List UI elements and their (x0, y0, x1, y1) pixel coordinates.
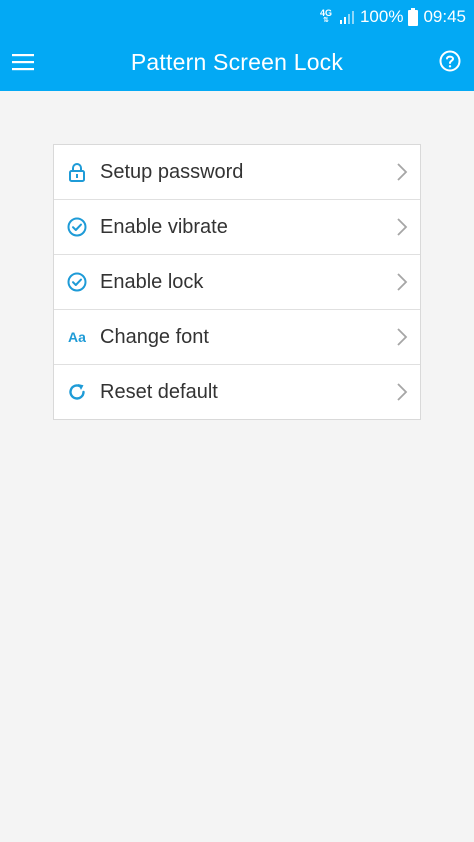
screen: 4G ⇅ 100% 09:45 Pattern Screen Lock Setu… (0, 0, 474, 842)
enable-vibrate-row[interactable]: Enable vibrate (54, 200, 420, 255)
status-bar: 4G ⇅ 100% 09:45 (0, 0, 474, 33)
enable-vibrate-label: Enable vibrate (100, 215, 228, 238)
signal-icon (339, 10, 354, 24)
help-button[interactable] (436, 47, 464, 75)
lock-icon (69, 163, 85, 182)
change-font-row[interactable]: Aa Change font (54, 310, 420, 365)
settings-card: Setup password Enable vibrate Enable loc… (53, 144, 421, 420)
chevron-right-icon (397, 218, 408, 236)
setup-password-label: Setup password (100, 160, 244, 183)
enable-lock-label: Enable lock (100, 270, 204, 293)
check-circle-icon (67, 272, 87, 292)
change-font-label: Change font (100, 325, 209, 348)
chevron-right-icon (397, 163, 408, 181)
setup-password-row[interactable]: Setup password (54, 145, 420, 200)
app-bar: Pattern Screen Lock (0, 33, 474, 91)
network-type-label: 4G (319, 8, 332, 18)
enable-lock-row[interactable]: Enable lock (54, 255, 420, 310)
font-icon: Aa (68, 329, 86, 345)
refresh-icon (69, 384, 85, 400)
battery-percent: 100% (359, 6, 404, 26)
reset-default-label: Reset default (100, 380, 218, 403)
clock: 09:45 (423, 6, 466, 26)
page-title: Pattern Screen Lock (130, 49, 344, 75)
chevron-right-icon (397, 328, 408, 346)
network-type-icon: 4G ⇅ (319, 8, 332, 25)
battery-icon (408, 7, 419, 26)
chevron-right-icon (397, 383, 408, 401)
help-circle-icon (439, 50, 461, 72)
status-icons: 4G ⇅ 100% 09:45 (320, 0, 466, 33)
check-circle-icon (67, 217, 87, 237)
reset-default-row[interactable]: Reset default (54, 365, 420, 419)
chevron-right-icon (397, 273, 408, 291)
